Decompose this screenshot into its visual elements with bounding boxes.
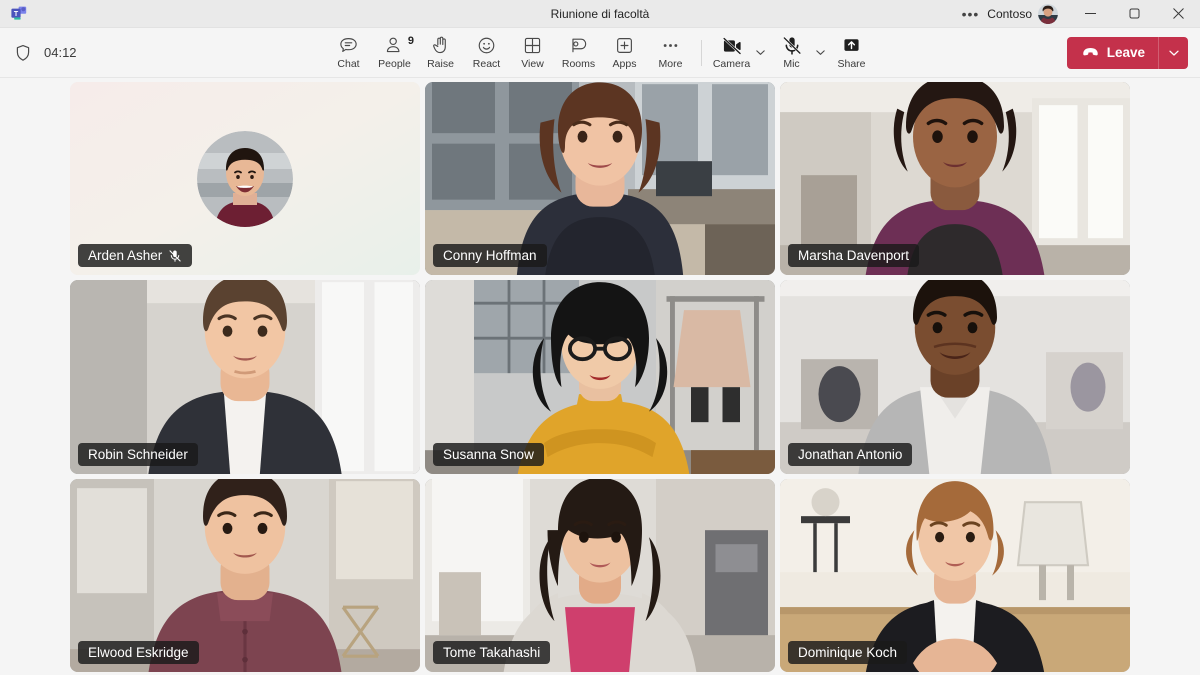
titlebar-overflow-button[interactable]: ••• xyxy=(954,0,988,28)
mic-off-icon xyxy=(168,249,182,263)
people-count-badge: 9 xyxy=(407,34,414,47)
more-button-label: More xyxy=(658,57,683,70)
rooms-button[interactable]: Rooms xyxy=(556,30,602,76)
leave-button-label: Leave xyxy=(1106,45,1145,60)
participant-tile[interactable]: Conny Hoffman xyxy=(425,82,775,276)
participant-tile[interactable]: Tome Takahashi xyxy=(425,478,775,672)
leave-options-chevron[interactable] xyxy=(1158,36,1188,69)
participant-tile[interactable]: Robin Schneider xyxy=(70,280,420,474)
participant-name: Arden Asher xyxy=(88,248,163,264)
avatar xyxy=(197,130,293,227)
toolbar-right: Leave xyxy=(1066,36,1200,69)
leave-button-group: Leave xyxy=(1066,36,1188,69)
organization-name: Contoso xyxy=(987,6,1032,21)
participant-tile[interactable]: Arden Asher xyxy=(70,82,420,276)
participant-tile[interactable]: Jonathan Antonio xyxy=(780,280,1130,474)
camera-button[interactable]: Camera xyxy=(709,30,755,76)
participant-tile[interactable]: Elwood Eskridge xyxy=(70,478,420,672)
participant-tile[interactable]: Dominique Koch xyxy=(780,478,1130,672)
meeting-toolbar: 04:12 Chat 9 People Raise React View Roo… xyxy=(0,28,1200,78)
grid-view-icon xyxy=(522,36,543,56)
participant-name-badge: Conny Hoffman xyxy=(433,244,547,268)
hangup-icon xyxy=(1081,42,1100,64)
participant-name-badge: Susanna Snow xyxy=(433,442,544,466)
meeting-stage: Arden Asher Conny Hoffman Marsha Davenpo… xyxy=(0,78,1200,675)
close-button[interactable] xyxy=(1156,0,1200,28)
camera-button-label: Camera xyxy=(712,57,751,70)
participant-name: Jonathan Antonio xyxy=(798,446,903,462)
participant-name-badge: Tome Takahashi xyxy=(433,640,551,664)
breakout-rooms-icon xyxy=(568,36,589,56)
view-button-label: View xyxy=(521,57,544,70)
share-button[interactable]: Share xyxy=(829,30,875,76)
participant-name-badge: Robin Schneider xyxy=(78,442,198,466)
raise-hand-button[interactable]: Raise xyxy=(418,30,464,76)
react-button-label: React xyxy=(472,57,501,70)
people-icon: 9 xyxy=(384,35,414,56)
account-avatar[interactable] xyxy=(1038,3,1058,24)
meeting-timer: 04:12 xyxy=(44,45,77,60)
mic-button[interactable]: Mic xyxy=(769,30,815,76)
raise-hand-icon xyxy=(430,36,451,56)
participant-name: Conny Hoffman xyxy=(443,248,537,264)
mic-options-chevron[interactable] xyxy=(813,30,829,76)
participant-tile[interactable]: Susanna Snow xyxy=(425,280,775,474)
share-button-label: Share xyxy=(837,57,866,70)
rooms-button-label: Rooms xyxy=(561,57,596,70)
participant-name-badge: Dominique Koch xyxy=(788,640,908,664)
mic-button-label: Mic xyxy=(783,57,800,70)
more-button[interactable]: More xyxy=(648,30,694,76)
plus-box-icon xyxy=(614,36,635,56)
apps-button-label: Apps xyxy=(612,57,637,70)
participant-name: Tome Takahashi xyxy=(443,644,541,660)
view-button[interactable]: View xyxy=(510,30,556,76)
apps-button[interactable]: Apps xyxy=(602,30,648,76)
participant-name-badge: Jonathan Antonio xyxy=(788,442,913,466)
shield-icon[interactable] xyxy=(14,44,32,62)
chat-button-label: Chat xyxy=(337,57,360,70)
smiley-icon xyxy=(476,36,497,56)
participant-name-badge: Arden Asher xyxy=(78,244,193,268)
minimize-button[interactable] xyxy=(1068,0,1112,28)
people-button[interactable]: 9 People xyxy=(372,30,418,76)
chat-button[interactable]: Chat xyxy=(326,30,372,76)
participant-tile[interactable]: Marsha Davenport xyxy=(780,82,1130,276)
chat-bubble-icon xyxy=(338,36,359,56)
teams-meeting-window: T Riunione di facoltà ••• Contoso 04:12 … xyxy=(0,0,1200,675)
mic-off-icon xyxy=(781,36,803,56)
teams-logo-icon: T xyxy=(10,5,28,23)
share-screen-icon xyxy=(841,36,862,56)
mic-control-group: Mic xyxy=(769,30,829,76)
camera-control-group: Camera xyxy=(709,30,769,76)
svg-text:T: T xyxy=(14,11,19,18)
title-bar-left: T xyxy=(0,5,28,23)
video-gallery-grid: Arden Asher Conny Hoffman Marsha Davenpo… xyxy=(70,82,1130,672)
title-bar-right: ••• Contoso xyxy=(954,0,1200,27)
participant-name: Dominique Koch xyxy=(798,644,898,660)
camera-options-chevron[interactable] xyxy=(753,30,769,76)
participant-name: Susanna Snow xyxy=(443,446,534,462)
react-button[interactable]: React xyxy=(464,30,510,76)
participant-name: Robin Schneider xyxy=(88,446,188,462)
title-bar: T Riunione di facoltà ••• Contoso xyxy=(0,0,1200,28)
more-horizontal-icon xyxy=(660,36,681,56)
participant-name-badge: Marsha Davenport xyxy=(788,244,920,268)
participant-name: Elwood Eskridge xyxy=(88,644,189,660)
maximize-button[interactable] xyxy=(1112,0,1156,28)
participant-name-badge: Elwood Eskridge xyxy=(78,640,199,664)
camera-off-icon xyxy=(721,36,743,56)
raise-button-label: Raise xyxy=(427,57,454,70)
toolbar-divider-left xyxy=(700,39,702,66)
leave-button[interactable]: Leave xyxy=(1067,37,1158,69)
toolbar-left: 04:12 xyxy=(0,44,190,62)
participant-name: Marsha Davenport xyxy=(798,248,910,264)
people-button-label: People xyxy=(378,57,411,70)
